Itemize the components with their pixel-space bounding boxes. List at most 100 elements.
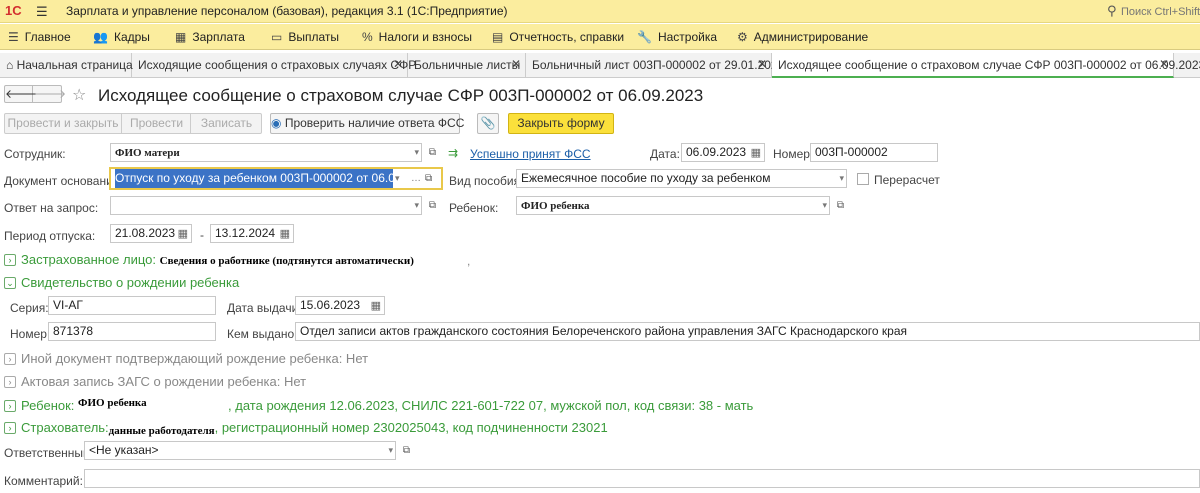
issue-date-label: Дата выдачи: bbox=[227, 301, 302, 315]
child-label: Ребенок: bbox=[449, 201, 499, 215]
chevron-down-icon[interactable]: ▾ bbox=[414, 144, 419, 161]
window-titlebar: 1С ☰ Зарплата и управление персоналом (б… bbox=[0, 0, 1200, 23]
post-close-button[interactable]: Провести и закрыть bbox=[5, 114, 122, 133]
chevron-down-icon[interactable]: ▾ bbox=[822, 197, 827, 214]
chevron-down-icon[interactable]: ▾ bbox=[414, 197, 419, 214]
date-field[interactable]: 06.09.2023 ▦ bbox=[681, 143, 765, 162]
comment-label: Комментарий: bbox=[4, 474, 83, 488]
history-nav: 🡐 🡒 bbox=[4, 85, 66, 103]
issue-date-field[interactable]: 15.06.2023 ▦ bbox=[295, 296, 385, 315]
favorite-star-icon[interactable]: ☆ bbox=[72, 85, 86, 105]
date-label: Дата: bbox=[650, 147, 680, 161]
back-arrow-icon[interactable]: 🡐 bbox=[5, 86, 37, 102]
open-icon[interactable]: ⧉ bbox=[398, 442, 415, 459]
recalc-checkbox[interactable] bbox=[857, 173, 869, 185]
app-logo: 1С bbox=[5, 3, 22, 18]
menu-item-reports[interactable]: ▤ Отчетность, справки bbox=[492, 30, 624, 44]
paperclip-icon: 📎 bbox=[480, 116, 496, 130]
child-field[interactable]: ФИО ребенка ▾ bbox=[516, 196, 830, 215]
reply-field[interactable]: ▾ bbox=[110, 196, 422, 215]
reply-label: Ответ на запрос: bbox=[4, 201, 99, 215]
tab-home[interactable]: ⌂ Начальная страница bbox=[0, 53, 133, 78]
search-input[interactable] bbox=[1121, 3, 1200, 20]
close-icon[interactable]: ✕ bbox=[757, 57, 767, 71]
expand-icon[interactable]: › bbox=[4, 400, 16, 412]
close-form-button[interactable]: Закрыть форму bbox=[508, 113, 614, 134]
benefit-label: Вид пособия: bbox=[449, 174, 524, 188]
benefit-field[interactable]: Ежемесячное пособие по уходу за ребенком… bbox=[516, 169, 847, 188]
open-icon[interactable]: ⧉ bbox=[832, 197, 849, 214]
employee-field[interactable]: ФИО матери ▾ bbox=[110, 143, 422, 162]
home-icon: ⌂ bbox=[6, 58, 14, 72]
issued-by-label: Кем выдано: bbox=[227, 327, 298, 341]
check-fss-button[interactable]: ◉ Проверить наличие ответа ФСС bbox=[270, 113, 464, 134]
responsible-field[interactable]: <Не указан> ▾ bbox=[84, 441, 396, 460]
expand-icon[interactable]: › bbox=[4, 376, 16, 388]
calendar-icon[interactable]: ▦ bbox=[280, 226, 290, 242]
period-to-field[interactable]: 13.12.2024 ▦ bbox=[210, 224, 294, 243]
tab-sick-leaves[interactable]: Больничные листы ✕ bbox=[408, 53, 526, 78]
other-doc-section[interactable]: › Иной документ подтверждающий рождение р… bbox=[4, 351, 368, 366]
collapse-icon[interactable]: ⌄ bbox=[4, 277, 16, 289]
wallet-icon: ▭ bbox=[271, 30, 283, 44]
expand-icon[interactable]: › bbox=[4, 353, 16, 365]
insurer-section[interactable]: › Страхователь:данные работодателя, регис… bbox=[4, 420, 608, 437]
birth-cert-section[interactable]: ⌄ Свидетельство о рождении ребенка bbox=[4, 275, 239, 290]
menu-item-salary[interactable]: ▦ Зарплата bbox=[175, 30, 245, 44]
menu-item-main[interactable]: ☰ Главное bbox=[8, 30, 71, 44]
chevron-down-icon[interactable]: ▾ bbox=[395, 169, 400, 188]
menu-item-payments[interactable]: ▭ Выплаты bbox=[271, 30, 339, 44]
calendar-icon[interactable]: ▦ bbox=[178, 226, 188, 242]
chevron-down-icon[interactable]: ▾ bbox=[388, 442, 393, 459]
recalc-label: Перерасчет bbox=[874, 173, 940, 187]
report-icon: ▤ bbox=[492, 30, 504, 44]
search-icon: ⚲ bbox=[1107, 3, 1117, 18]
menu-item-admin[interactable]: ⚙ Администрирование bbox=[737, 30, 868, 44]
basis-field[interactable]: Отпуск по уходу за ребенком 003П-000002 … bbox=[109, 167, 443, 190]
period-from-field[interactable]: 21.08.2023 ▦ bbox=[110, 224, 192, 243]
period-label: Период отпуска: bbox=[4, 229, 96, 243]
basis-label: Документ основание: bbox=[4, 174, 123, 188]
calendar-icon[interactable]: ▦ bbox=[371, 298, 381, 314]
forward-arrow-icon[interactable]: 🡒 bbox=[34, 86, 66, 102]
expand-icon[interactable]: › bbox=[4, 254, 16, 266]
insured-section[interactable]: › Застрахованное лицо: Сведения о работни… bbox=[4, 252, 414, 267]
menu-item-settings[interactable]: 🔧 Настройка bbox=[637, 30, 717, 44]
open-icon[interactable]: ⧉ bbox=[424, 197, 441, 214]
toolbar-disabled-group: Провести и закрыть Провести Записать bbox=[4, 113, 262, 134]
series-field[interactable]: VI-АГ bbox=[48, 296, 216, 315]
tab-outgoing-messages[interactable]: Исходящие сообщения о страховых случаях … bbox=[132, 53, 416, 78]
main-menu: ☰ Главное 👥 Кадры ▦ Зарплата ▭ Выплаты % Нало… bbox=[0, 24, 1200, 50]
issued-by-field[interactable]: Отдел записи актов гражданского состояни… bbox=[295, 322, 1200, 341]
number-field[interactable]: 003П-000002 bbox=[810, 143, 938, 162]
child-section[interactable]: › Ребенок: ФИО ребенка, дата рождения 12.… bbox=[4, 397, 753, 413]
employee-label: Сотрудник: bbox=[4, 147, 66, 161]
page-title: Исходящее сообщение о страховом случае С… bbox=[98, 86, 704, 105]
cert-number-field[interactable]: 871378 bbox=[48, 322, 216, 341]
expand-icon[interactable]: › bbox=[4, 422, 16, 434]
calendar-icon[interactable]: ▦ bbox=[751, 145, 761, 161]
post-button[interactable]: Провести bbox=[123, 114, 191, 133]
menu-item-taxes[interactable]: % Налоги и взносы bbox=[362, 30, 472, 44]
open-icon[interactable]: ⧉ bbox=[425, 169, 432, 188]
chevron-down-icon[interactable]: ▾ bbox=[839, 170, 844, 187]
status-link[interactable]: Успешно принят ФСС bbox=[470, 147, 591, 161]
comment-field[interactable] bbox=[84, 469, 1200, 488]
close-icon[interactable]: ✕ bbox=[393, 57, 403, 71]
status-ok-icon: ⇉ bbox=[448, 146, 459, 160]
cert-number-label: Номер: bbox=[10, 327, 51, 341]
hamburger-icon[interactable]: ☰ bbox=[36, 4, 48, 20]
attach-button[interactable]: 📎 bbox=[477, 113, 499, 134]
menu-item-hr[interactable]: 👥 Кадры bbox=[93, 30, 150, 44]
tab-sick-leave-doc[interactable]: Больничный лист 003П-000002 от 29.01.202… bbox=[526, 53, 784, 78]
open-icon[interactable]: ⧉ bbox=[424, 144, 441, 161]
close-icon[interactable]: ✕ bbox=[511, 57, 521, 71]
global-search[interactable]: ⚲ bbox=[1103, 3, 1200, 20]
tab-current-message[interactable]: Исходящее сообщение о страховом случае С… bbox=[772, 53, 1200, 78]
save-button[interactable]: Записать bbox=[192, 114, 261, 133]
ellipsis-icon[interactable]: … bbox=[411, 169, 421, 188]
hamburger-icon: ☰ bbox=[8, 30, 19, 44]
zags-record-section[interactable]: › Актовая запись ЗАГС о рождении ребенка:… bbox=[4, 374, 306, 389]
close-icon[interactable]: ✕ bbox=[1159, 57, 1169, 71]
gear-icon: ⚙ bbox=[737, 30, 748, 44]
